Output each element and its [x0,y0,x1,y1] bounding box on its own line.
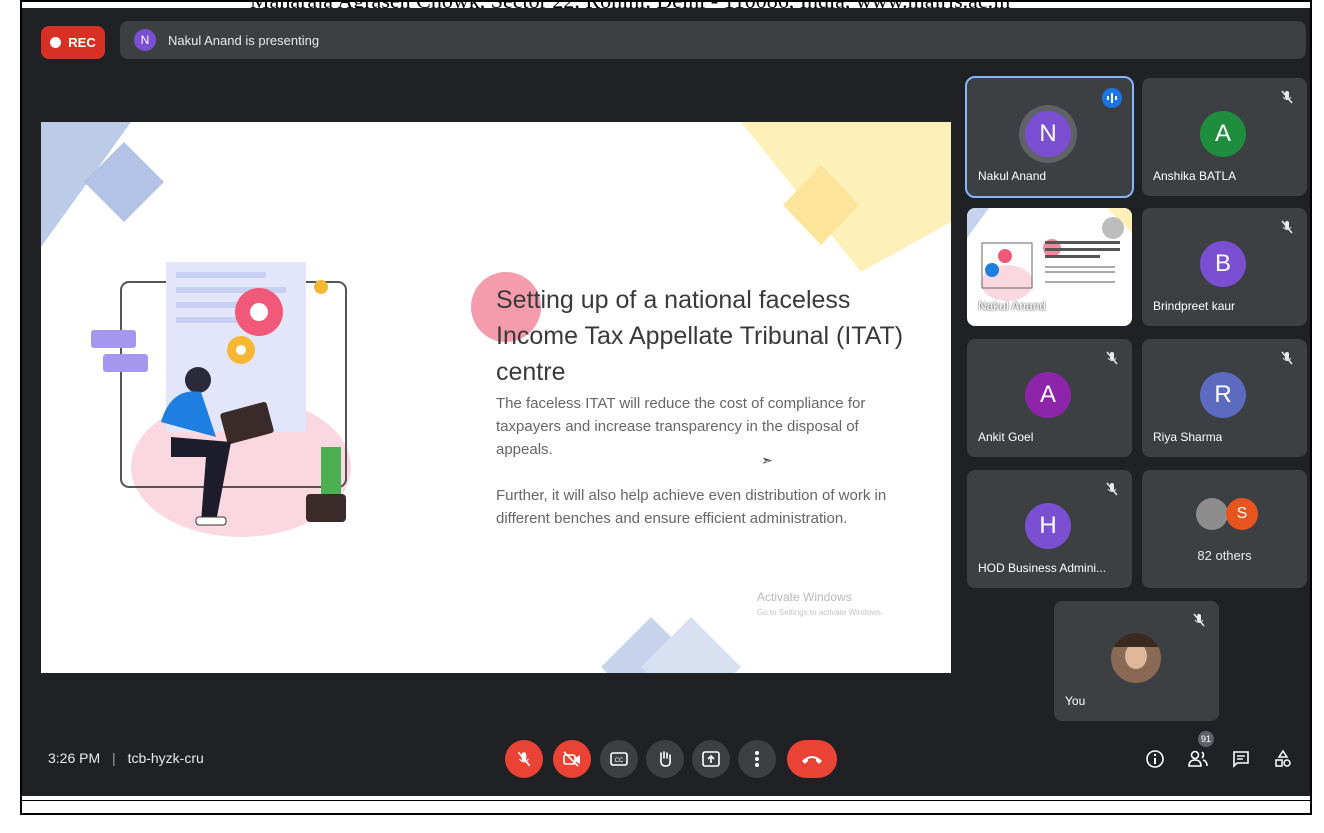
mic-off-icon [1281,351,1293,365]
avatar [1196,498,1228,530]
meeting-details-button[interactable] [1144,748,1166,770]
presenting-text: Nakul Anand is presenting [168,32,320,48]
mic-toggle-button[interactable] [505,740,543,778]
participant-tile[interactable]: A Ankit Goel [967,339,1132,457]
avatar: A [1025,372,1071,418]
camera-toggle-button[interactable] [553,740,591,778]
mic-off-icon [1106,351,1118,365]
captions-button[interactable]: CC [600,740,638,778]
avatar: A [1200,111,1246,157]
self-avatar [1111,633,1161,683]
raise-hand-button[interactable] [646,740,684,778]
recording-badge[interactable]: REC [41,26,105,59]
avatar: B [1200,241,1246,287]
participant-name: Anshika BATLA [1153,169,1237,183]
activate-windows-title: Activate Windows [757,590,852,604]
people-icon [1188,750,1208,767]
avatar: R [1200,372,1246,418]
presenter-avatar: N [134,29,156,51]
mic-off-icon [1281,90,1293,104]
more-vert-icon [755,751,759,767]
participant-tile[interactable]: H HOD Business Admini... [967,470,1132,588]
mic-off-icon [517,751,531,767]
closed-captions-icon: CC [610,752,628,766]
meeting-info: 3:26 PM | tcb-hyzk-cru [48,750,204,766]
self-tile[interactable]: You [1054,601,1219,721]
participant-name: Riya Sharma [1153,430,1223,444]
people-count-badge: 91 [1198,731,1214,747]
mic-off-icon [1281,220,1293,234]
activities-shapes-icon [1275,749,1291,767]
others-count: 82 others [1197,548,1252,563]
participant-name: Brindpreet kaur [1153,299,1236,313]
participant-tile[interactable]: B Brindpreet kaur [1142,208,1307,326]
participant-name: You [1065,694,1086,708]
meet-window: REC N Nakul Anand is presenting Setting … [22,8,1310,796]
chat-button[interactable] [1230,748,1252,770]
participant-tile[interactable]: N Nakul Anand [965,76,1134,198]
hand-icon [660,751,671,767]
presentation-thumbnail-tile[interactable]: Nakul Anand [967,208,1132,326]
current-time: 3:26 PM [48,750,101,766]
avatar: H [1025,503,1071,549]
page-rule [20,800,1312,801]
mic-off-icon [1106,482,1118,496]
speaking-indicator-icon [1102,88,1122,108]
slide-title: Setting up of a national faceless Income… [496,286,904,386]
present-now-button[interactable] [692,740,730,778]
svg-text:CC: CC [615,758,624,764]
avatar: S [1226,498,1258,530]
record-dot-icon [50,37,62,48]
presenting-banner[interactable]: N Nakul Anand is presenting [120,21,1306,59]
people-button[interactable] [1187,748,1209,770]
participant-name: HOD Business Admini... [978,561,1107,575]
participant-name: Nakul Anand [978,169,1047,183]
end-call-icon [802,756,822,764]
recording-label: REC [68,35,96,50]
others-tile[interactable]: S 82 others [1142,470,1307,588]
others-avatars: S [1196,496,1266,532]
info-icon [1146,750,1164,768]
participant-name: Ankit Goel [978,430,1034,444]
chat-icon [1233,751,1249,768]
slide-paragraph-2: Further, it will also help achieve even … [496,487,887,527]
more-options-button[interactable] [738,740,776,778]
participant-tile[interactable]: A Anshika BATLA [1142,78,1307,196]
camera-off-icon [563,751,580,767]
separator: | [112,750,116,766]
participant-name: Nakul Anand [978,299,1047,313]
avatar: N [1025,111,1071,157]
slide-paragraph-1: The faceless ITAT will reduce the cost o… [496,395,866,458]
mic-off-icon [1193,613,1205,627]
mouse-cursor-icon: ➣ [761,452,773,468]
activate-windows-subtitle: Go to Settings to activate Windows. [757,608,884,617]
presentation-slide[interactable]: Setting up of a national faceless Income… [41,122,951,673]
meeting-code: tcb-hyzk-cru [127,750,204,766]
present-screen-icon [702,751,720,767]
participant-tile[interactable]: R Riya Sharma [1142,339,1307,457]
leave-call-button[interactable] [787,740,837,778]
activities-button[interactable] [1272,748,1294,770]
